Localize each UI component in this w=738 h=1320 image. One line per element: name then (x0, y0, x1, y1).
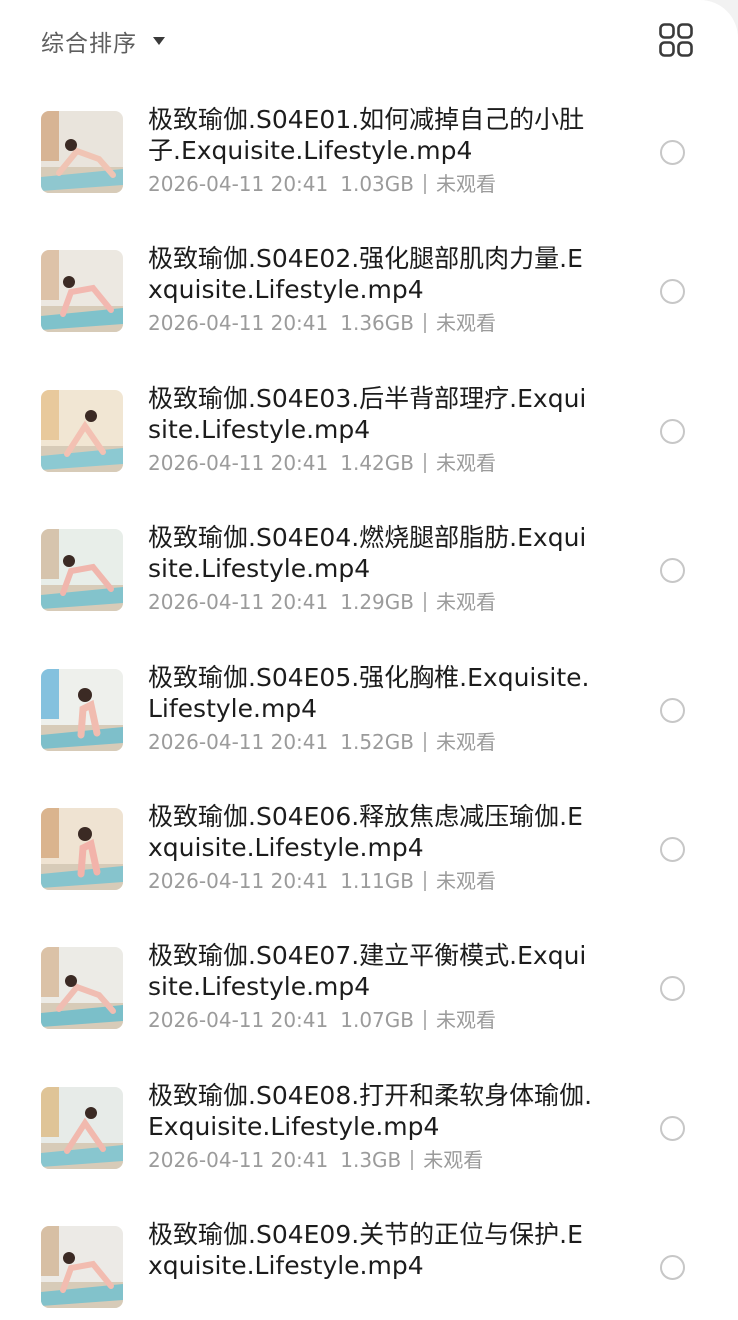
list-item[interactable]: 极致瑜伽.S04E01.如何减掉自己的小肚子.Exquisite.Lifesty… (0, 82, 738, 221)
list-item[interactable]: 极致瑜伽.S04E03.后半背部理疗.Exquisite.Lifestyle.m… (0, 361, 738, 500)
file-size: 1.42GB (340, 450, 414, 475)
video-thumbnail[interactable] (41, 1086, 123, 1169)
watch-status: 未观看 (435, 311, 496, 336)
file-name: 极致瑜伽.S04E08.打开和柔软身体瑜伽.Exquisite.Lifestyl… (148, 1080, 593, 1141)
caret-down-icon (153, 37, 165, 45)
file-meta: 2026-04-11 20:41 1.36GB 未观看 (148, 310, 496, 336)
watch-status: 未观看 (435, 868, 496, 893)
file-date: 2026-04-11 20:41 (148, 1147, 329, 1172)
list-item[interactable]: 极致瑜伽.S04E09.关节的正位与保护.Exquisite.Lifestyle… (0, 1197, 738, 1320)
file-name: 极致瑜伽.S04E07.建立平衡模式.Exquisite.Lifestyle.m… (148, 941, 587, 1002)
meta-divider (423, 452, 426, 473)
file-date: 2026-04-11 20:41 (148, 172, 329, 196)
watch-status: 未观看 (435, 590, 496, 615)
watch-status: 未观看 (435, 172, 496, 196)
file-date: 2026-04-11 20:41 (148, 590, 329, 615)
list-item[interactable]: 极致瑜伽.S04E05.强化胸椎.Exquisite.Lifestyle.mp4… (0, 640, 738, 779)
list-item[interactable]: 极致瑜伽.S04E07.建立平衡模式.Exquisite.Lifestyle.m… (0, 918, 738, 1057)
file-meta: 2026-04-11 20:41 1.42GB 未观看 (148, 450, 496, 476)
video-thumbnail[interactable] (41, 389, 123, 472)
meta-divider (423, 1010, 426, 1031)
file-name: 极致瑜伽.S04E05.强化胸椎.Exquisite.Lifestyle.mp4 (148, 662, 590, 723)
file-name: 极致瑜伽.S04E06.释放焦虑减压瑜伽.Exquisite.Lifestyle… (148, 801, 583, 862)
meta-divider (423, 313, 426, 334)
video-thumbnail[interactable] (41, 947, 123, 1030)
list-item[interactable]: 极致瑜伽.S04E08.打开和柔软身体瑜伽.Exquisite.Lifestyl… (0, 1058, 738, 1197)
watch-status: 未观看 (435, 1008, 496, 1033)
meta-divider (423, 870, 426, 891)
file-size: 1.36GB (340, 311, 414, 336)
select-radio[interactable] (660, 418, 685, 444)
file-name: 极致瑜伽.S04E01.如何减掉自己的小肚子.Exquisite.Lifesty… (148, 105, 585, 165)
sort-dropdown[interactable]: 综合排序 (41, 22, 165, 60)
video-thumbnail[interactable] (41, 250, 123, 333)
select-radio[interactable] (660, 1255, 685, 1281)
file-meta: 2026-04-11 20:41 1.29GB 未观看 (148, 589, 496, 615)
watch-status: 未观看 (435, 729, 496, 754)
video-thumbnail[interactable] (41, 807, 123, 890)
file-size: 1.29GB (340, 590, 414, 615)
meta-divider (411, 1149, 414, 1170)
file-size: 1.3GB (340, 1147, 402, 1172)
file-list-panel: 综合排序 极致瑜伽.S04E01.如何减掉自己的小肚子.Exquisite.Li… (0, 0, 738, 1320)
sort-label: 综合排序 (41, 31, 137, 57)
file-date: 2026-04-11 20:41 (148, 868, 329, 893)
file-meta: 2026-04-11 20:41 1.52GB 未观看 (148, 729, 496, 755)
grid-view-icon[interactable] (658, 22, 694, 58)
video-thumbnail[interactable] (41, 111, 123, 193)
file-date: 2026-04-11 20:41 (148, 1008, 329, 1033)
file-meta: 2026-04-11 20:41 1.11GB 未观看 (148, 868, 496, 894)
file-size: 1.03GB (340, 172, 414, 196)
meta-divider (423, 592, 426, 613)
select-radio[interactable] (660, 976, 685, 1002)
file-name: 极致瑜伽.S04E09.关节的正位与保护.Exquisite.Lifestyle… (148, 1220, 583, 1281)
file-date: 2026-04-11 20:41 (148, 311, 329, 336)
select-radio[interactable] (660, 697, 685, 723)
select-radio[interactable] (660, 279, 685, 305)
file-size: 1.52GB (340, 729, 414, 754)
select-radio[interactable] (660, 836, 685, 862)
select-radio[interactable] (660, 558, 685, 584)
file-size: 1.11GB (340, 868, 414, 893)
meta-divider (423, 174, 426, 194)
video-thumbnail[interactable] (41, 1226, 123, 1309)
list-item[interactable]: 极致瑜伽.S04E02.强化腿部肌肉力量.Exquisite.Lifestyle… (0, 221, 738, 360)
list-item[interactable]: 极致瑜伽.S04E06.释放焦虑减压瑜伽.Exquisite.Lifestyle… (0, 779, 738, 918)
video-thumbnail[interactable] (41, 529, 123, 612)
file-name: 极致瑜伽.S04E04.燃烧腿部脂肪.Exquisite.Lifestyle.m… (148, 523, 587, 584)
watch-status: 未观看 (423, 1147, 484, 1172)
file-size: 1.07GB (340, 1008, 414, 1033)
select-radio[interactable] (660, 1115, 685, 1141)
list-toolbar: 综合排序 (0, 0, 738, 82)
watch-status: 未观看 (435, 450, 496, 475)
file-meta: 2026-04-11 20:41 1.07GB 未观看 (148, 1007, 496, 1033)
file-name: 极致瑜伽.S04E02.强化腿部肌肉力量.Exquisite.Lifestyle… (148, 244, 583, 305)
file-name: 极致瑜伽.S04E03.后半背部理疗.Exquisite.Lifestyle.m… (148, 383, 587, 444)
list-item[interactable]: 极致瑜伽.S04E04.燃烧腿部脂肪.Exquisite.Lifestyle.m… (0, 500, 738, 639)
select-radio[interactable] (660, 140, 685, 165)
file-meta: 2026-04-11 20:41 1.03GB 未观看 (148, 171, 496, 197)
video-file-list: 极致瑜伽.S04E01.如何减掉自己的小肚子.Exquisite.Lifesty… (0, 82, 738, 1320)
video-thumbnail[interactable] (41, 668, 123, 751)
file-meta: 2026-04-11 20:41 1.3GB 未观看 (148, 1147, 483, 1173)
file-date: 2026-04-11 20:41 (148, 450, 329, 475)
meta-divider (423, 731, 426, 752)
file-date: 2026-04-11 20:41 (148, 729, 329, 754)
